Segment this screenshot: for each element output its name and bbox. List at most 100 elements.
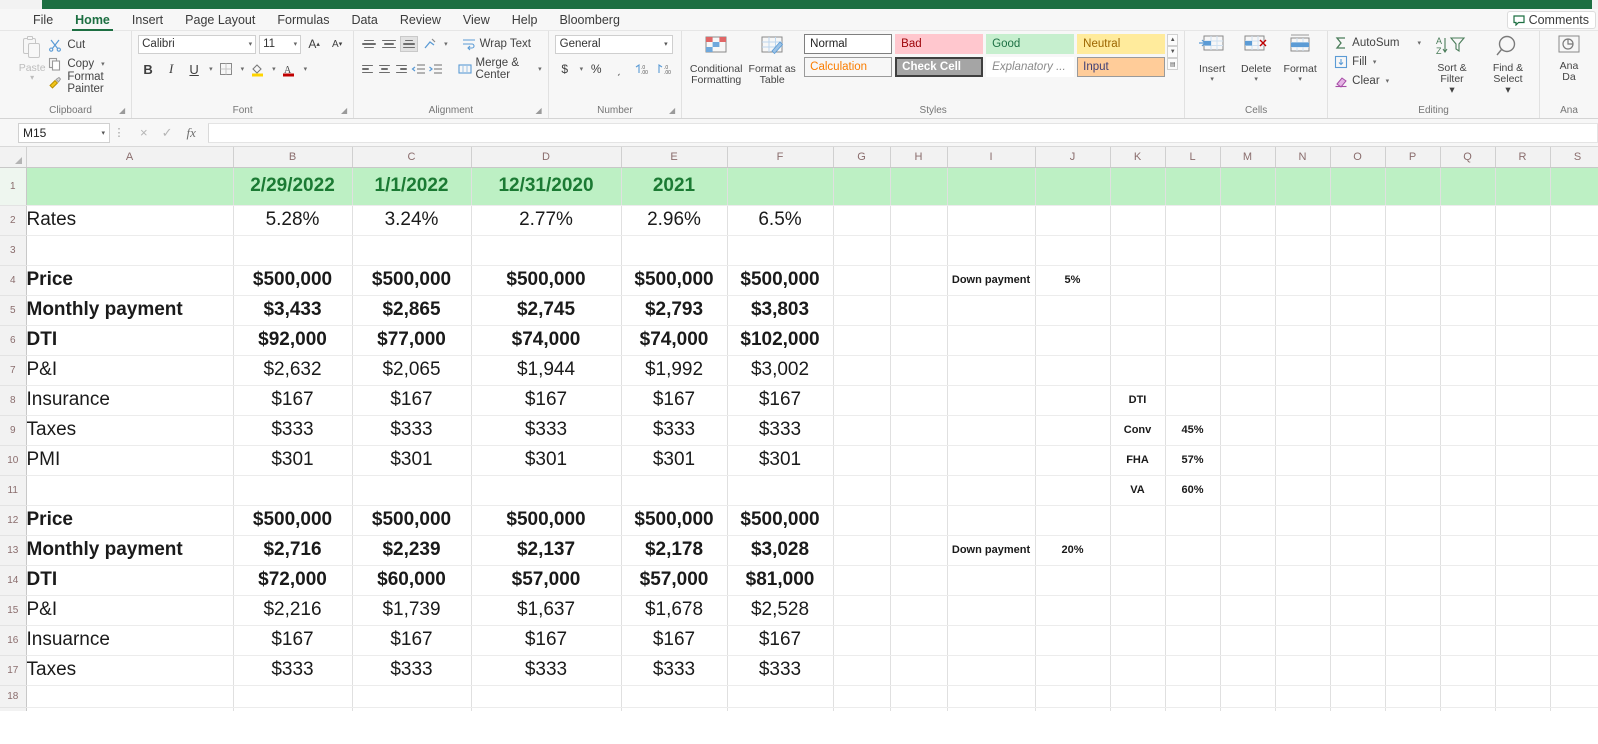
cell-Q16[interactable] [1440,625,1496,656]
alignment-dialog-launcher-icon[interactable]: ◢ [536,104,542,117]
cell-Q19[interactable] [1440,707,1496,711]
cell-E1[interactable]: 2021 [621,167,728,206]
cell-Q17[interactable] [1440,655,1496,686]
cell-P2[interactable] [1385,205,1441,236]
cell-C3[interactable] [352,235,472,266]
cell-I8[interactable] [947,385,1036,416]
cell-I17[interactable] [947,655,1036,686]
format-cells-button[interactable]: Format ▾ [1279,34,1321,83]
cell-M5[interactable] [1220,295,1276,326]
align-middle-button[interactable] [380,36,398,52]
cell-M6[interactable] [1220,325,1276,356]
row-header-4[interactable]: 4 [0,265,27,296]
tab-data[interactable]: Data [340,9,388,31]
number-dialog-launcher-icon[interactable]: ◢ [669,104,675,117]
cell-G19[interactable] [833,707,891,711]
cell-A6[interactable]: DTI [26,325,234,356]
column-header-D[interactable]: D [471,147,622,168]
cell-A3[interactable] [26,235,234,266]
cell-R17[interactable] [1495,655,1551,686]
cell-M1[interactable] [1220,167,1276,206]
cell-F16[interactable]: $167 [727,625,834,656]
cell-G18[interactable] [833,685,891,708]
cell-G6[interactable] [833,325,891,356]
cell-K11[interactable]: VA [1110,475,1166,506]
fill-button[interactable]: Fill ▾ [1334,53,1421,70]
cell-P11[interactable] [1385,475,1441,506]
cell-E10[interactable]: $301 [621,445,728,476]
cell-O15[interactable] [1330,595,1386,626]
cell-O16[interactable] [1330,625,1386,656]
cell-L14[interactable] [1165,565,1221,596]
cell-F11[interactable] [727,475,834,506]
cell-S17[interactable] [1550,655,1598,686]
cell-B7[interactable]: $2,632 [233,355,353,386]
cell-S5[interactable] [1550,295,1598,326]
underline-button[interactable]: U [184,60,204,79]
cell-J18[interactable] [1035,685,1111,708]
cell-H2[interactable] [890,205,948,236]
column-header-L[interactable]: L [1165,147,1221,168]
cell-L4[interactable] [1165,265,1221,296]
cell-D10[interactable]: $301 [471,445,622,476]
cell-Q18[interactable] [1440,685,1496,708]
style-explanatory[interactable]: Explanatory ... [986,57,1075,77]
cell-N17[interactable] [1275,655,1331,686]
tab-view[interactable]: View [452,9,501,31]
cell-K14[interactable] [1110,565,1166,596]
cell-H10[interactable] [890,445,948,476]
cell-O1[interactable] [1330,167,1386,206]
cell-C17[interactable]: $333 [352,655,472,686]
increase-indent-button[interactable] [428,60,443,79]
cell-H17[interactable] [890,655,948,686]
cell-E19[interactable] [621,707,728,711]
cell-D16[interactable]: $167 [471,625,622,656]
cell-J8[interactable] [1035,385,1111,416]
cell-L15[interactable] [1165,595,1221,626]
cell-P12[interactable] [1385,505,1441,536]
cell-Q6[interactable] [1440,325,1496,356]
cell-J6[interactable] [1035,325,1111,356]
cell-G5[interactable] [833,295,891,326]
cell-R5[interactable] [1495,295,1551,326]
cell-Q10[interactable] [1440,445,1496,476]
cell-L11[interactable]: 60% [1165,475,1221,506]
tab-file[interactable]: File [22,9,64,31]
cell-A13[interactable]: Monthly payment [26,535,234,566]
tab-insert[interactable]: Insert [121,9,174,31]
style-input[interactable]: Input [1077,57,1166,77]
cell-M8[interactable] [1220,385,1276,416]
column-header-S[interactable]: S [1550,147,1598,168]
cell-A5[interactable]: Monthly payment [26,295,234,326]
styles-scroll-down-icon[interactable]: ▼ [1167,46,1179,58]
cell-E14[interactable]: $57,000 [621,565,728,596]
cell-A15[interactable]: P&I [26,595,234,626]
row-header-6[interactable]: 6 [0,325,27,356]
cell-K18[interactable] [1110,685,1166,708]
cell-Q9[interactable] [1440,415,1496,446]
find-select-button[interactable]: Find & Select ▾ [1483,34,1533,96]
comma-style-button[interactable]: ͵ [609,60,629,79]
cell-F14[interactable]: $81,000 [727,565,834,596]
cell-D5[interactable]: $2,745 [471,295,622,326]
select-all-button[interactable] [0,147,27,168]
column-header-A[interactable]: A [26,147,234,168]
cell-L13[interactable] [1165,535,1221,566]
cell-B15[interactable]: $2,216 [233,595,353,626]
row-header-17[interactable]: 17 [0,655,27,686]
column-header-O[interactable]: O [1330,147,1386,168]
cell-D18[interactable] [471,685,622,708]
cell-L12[interactable] [1165,505,1221,536]
cell-K16[interactable] [1110,625,1166,656]
cell-B12[interactable]: $500,000 [233,505,353,536]
borders-chevron-down-icon[interactable]: ▾ [241,65,245,73]
cell-G4[interactable] [833,265,891,296]
column-header-P[interactable]: P [1385,147,1441,168]
cell-G12[interactable] [833,505,891,536]
accounting-chevron-down-icon[interactable]: ▾ [580,65,584,73]
cell-N18[interactable] [1275,685,1331,708]
fill-color-chevron-down-icon[interactable]: ▾ [272,65,276,73]
cell-F9[interactable]: $333 [727,415,834,446]
cell-L5[interactable] [1165,295,1221,326]
cell-D19[interactable] [471,707,622,711]
